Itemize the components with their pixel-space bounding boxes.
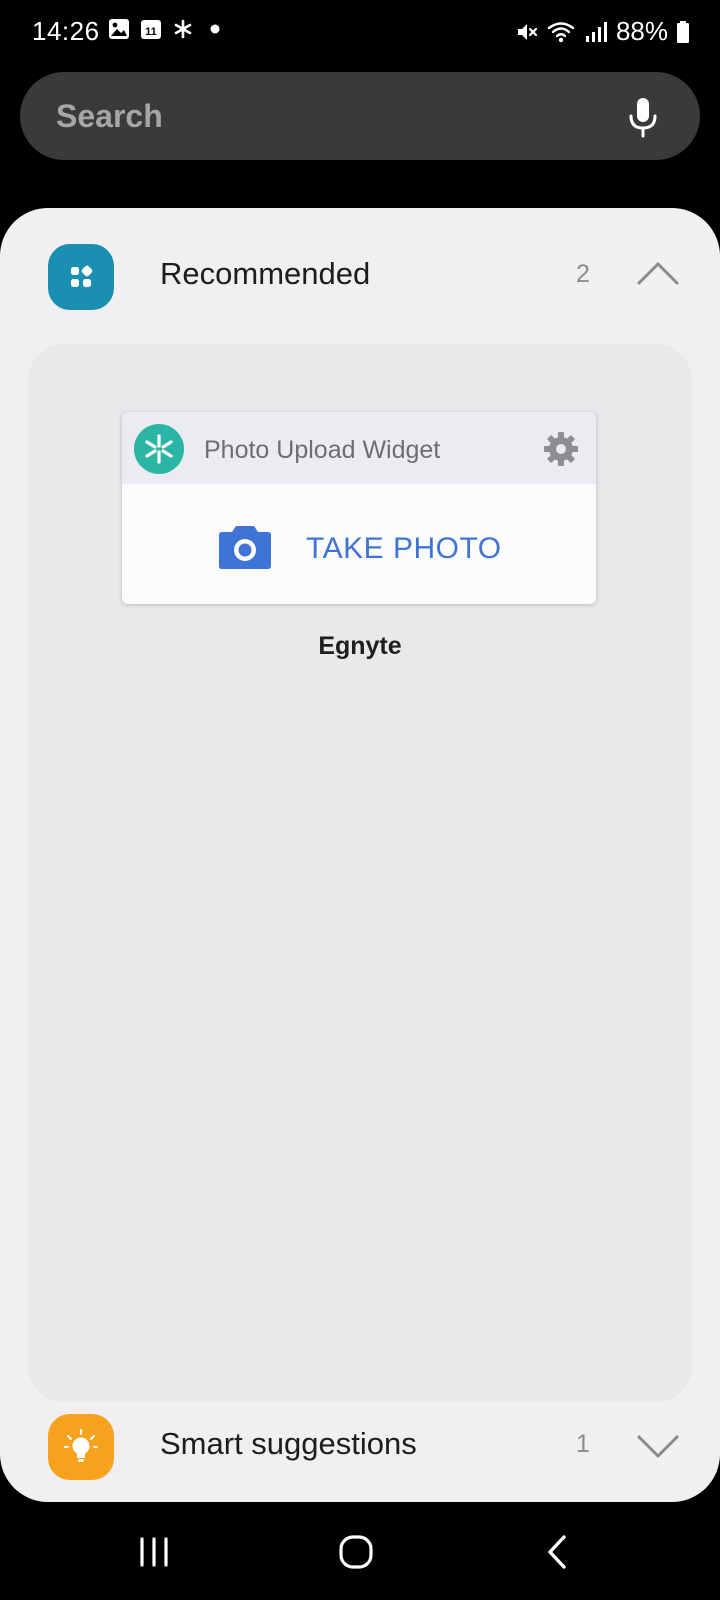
dot-icon [210,24,220,34]
take-photo-label: TAKE PHOTO [306,532,502,565]
navigation-bar [0,1502,720,1600]
gallery-icon [109,19,129,39]
mic-icon[interactable] [628,96,658,138]
status-left-icons: 11 [108,18,226,40]
widgets-sheet: Recommended 2 Photo Upload Widget TAKE P… [0,208,720,1502]
widget-app-name: Egnyte [318,632,402,660]
widget-header: Photo Upload Widget [122,412,596,484]
search-bar[interactable]: Search [20,72,700,160]
recommended-icon [48,244,114,310]
take-photo-button[interactable]: TAKE PHOTO [122,484,596,604]
recommended-panel: Photo Upload Widget TAKE PHOTO Egnyte [28,344,692,1402]
wifi-icon [547,21,575,42]
section-title-recommended: Recommended [160,256,371,291]
egnyte-logo-icon [134,424,184,474]
battery-icon [677,20,689,43]
section-header-smart-suggestions[interactable]: Smart suggestions 1 [0,1378,720,1488]
chevron-down-icon[interactable] [636,1434,680,1460]
battery-percent: 88% [615,16,668,46]
camera-icon [219,526,271,569]
signal-icon [585,21,607,42]
status-time: 14:26 [32,16,100,46]
section-count-recommended: 2 [576,260,590,288]
asterisk-icon [174,19,192,39]
recents-icon[interactable] [134,1532,174,1572]
calendar-icon: 11 [141,20,161,39]
photo-upload-widget[interactable]: Photo Upload Widget TAKE PHOTO [122,412,596,604]
home-icon[interactable] [336,1532,376,1572]
calendar-day: 11 [145,26,157,38]
section-count-smart-suggestions: 1 [576,1430,590,1458]
section-header-recommended[interactable]: Recommended 2 [0,208,720,318]
search-input[interactable]: Search [56,98,163,135]
section-title-smart-suggestions: Smart suggestions [160,1426,417,1461]
chevron-up-icon[interactable] [636,260,680,286]
mute-icon [517,23,538,40]
widget-title: Photo Upload Widget [204,436,441,464]
status-right: 88% [514,16,690,47]
lightbulb-icon [48,1414,114,1480]
gear-icon[interactable] [542,430,580,468]
status-bar: 14:26 11 88% [0,0,720,66]
back-icon[interactable] [538,1532,578,1572]
